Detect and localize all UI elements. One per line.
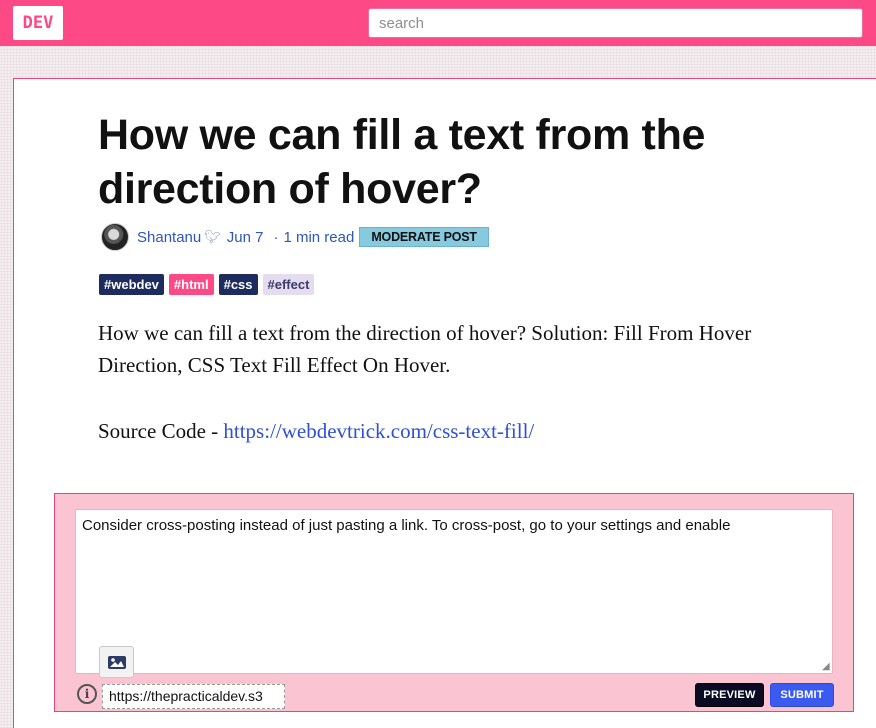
submit-button[interactable]: SUBMIT [770,683,834,707]
tag-css[interactable]: #css [218,274,258,295]
image-upload-icon[interactable] [99,646,134,678]
author-name[interactable]: Shantanu [137,229,201,246]
source-label: Source Code - [98,419,224,443]
preview-button[interactable]: PREVIEW [695,683,764,707]
tag-webdev[interactable]: #webdev [99,274,164,295]
image-url-field[interactable]: https://thepracticaldev.s3 [102,684,285,709]
post-date: Jun 7 [226,228,264,246]
top-nav-bar: DEV [0,0,876,46]
tag-html[interactable]: #html [168,274,214,295]
comment-textarea[interactable]: Consider cross-posting instead of just p… [75,509,833,674]
article-body: How we can fill a text from the directio… [98,321,752,377]
tag-list: #webdev #html #css #effect [99,274,315,295]
article-meta: Shantanu 🐦︎ Jun 7 · 1 min read MODERATE … [101,223,489,251]
tag-effect[interactable]: #effect [262,274,315,295]
search-input[interactable] [368,8,863,38]
bird-icon: 🐦︎ [204,229,221,244]
article-title: How we can fill a text from the directio… [98,111,706,213]
author-avatar[interactable] [101,223,129,251]
read-time: 1 min read [283,228,355,246]
meta-separator: · [273,228,279,246]
dev-logo[interactable]: DEV [13,6,63,40]
source-link[interactable]: https://webdevtrick.com/css-text-fill/ [223,419,534,443]
source-code-line: Source Code - https://webdevtrick.com/cs… [98,415,534,447]
resize-handle[interactable]: ◢ [822,662,832,672]
moderate-post-badge[interactable]: MODERATE POST [359,227,489,247]
info-icon[interactable]: i [77,684,97,704]
image-upload-glyph [107,656,126,669]
